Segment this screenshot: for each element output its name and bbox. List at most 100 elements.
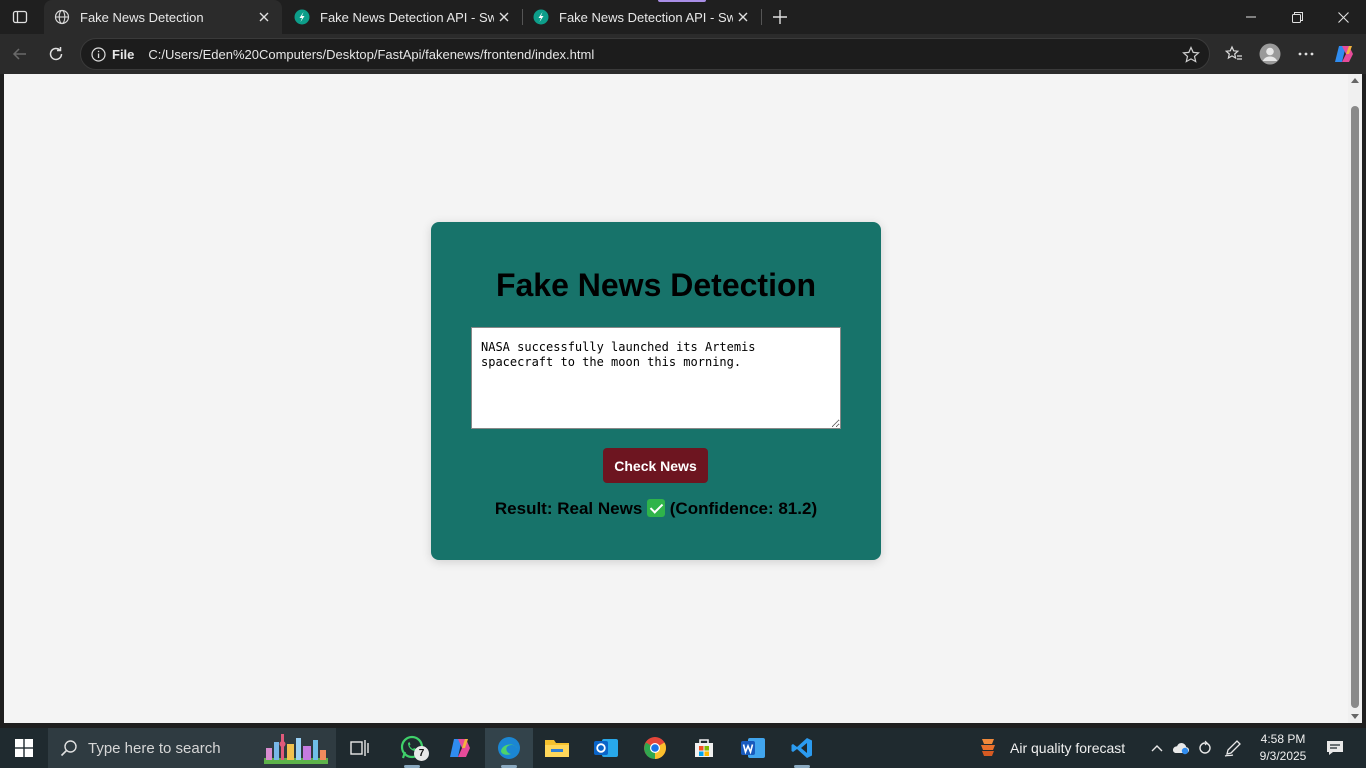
edge-icon bbox=[498, 737, 520, 759]
close-window-button[interactable] bbox=[1320, 0, 1366, 34]
restore-icon bbox=[1291, 11, 1303, 23]
vertical-scrollbar[interactable] bbox=[1348, 74, 1362, 723]
back-button[interactable] bbox=[4, 38, 36, 70]
notification-badge: 7 bbox=[414, 746, 429, 761]
tab-title: Fake News Detection bbox=[80, 9, 204, 25]
sync-tray[interactable] bbox=[1194, 728, 1216, 768]
chrome-icon bbox=[644, 737, 666, 759]
clock-time: 4:58 PM bbox=[1260, 732, 1306, 746]
arrow-left-icon bbox=[12, 48, 26, 60]
air-quality-icon bbox=[981, 739, 995, 756]
reload-button[interactable] bbox=[40, 38, 72, 70]
restore-button[interactable] bbox=[1274, 0, 1320, 34]
sync-icon bbox=[1199, 740, 1211, 754]
globe-icon bbox=[54, 9, 70, 25]
close-icon bbox=[259, 12, 269, 22]
copilot-icon bbox=[450, 739, 470, 757]
pen-tray[interactable] bbox=[1220, 728, 1246, 768]
notification-center-button[interactable] bbox=[1320, 728, 1350, 768]
news-text-input[interactable]: NASA successfully launched its Artemis s… bbox=[471, 327, 841, 429]
copilot-icon bbox=[1335, 46, 1353, 62]
scheme-label: File bbox=[112, 46, 135, 62]
close-icon bbox=[738, 12, 748, 22]
browser-tab-strip: Fake News Detection Fake News Detection … bbox=[0, 0, 1366, 34]
notification-icon bbox=[1327, 741, 1343, 755]
tab-title: Fake News Detection API - Swagger UI bbox=[559, 9, 733, 25]
store-icon bbox=[695, 739, 713, 757]
task-view-icon bbox=[350, 740, 369, 756]
confidence-label: (Confidence: 81.2) bbox=[669, 499, 818, 518]
chevron-up-icon bbox=[1151, 745, 1163, 752]
tab-actions-button[interactable] bbox=[0, 0, 40, 34]
taskbar-file-explorer[interactable] bbox=[533, 728, 581, 768]
taskbar-microsoft-store[interactable] bbox=[680, 728, 728, 768]
search-icon bbox=[60, 739, 78, 757]
profile-button[interactable] bbox=[1254, 38, 1286, 70]
search-highlight-city-icon bbox=[264, 734, 328, 764]
onedrive-tray[interactable] bbox=[1170, 728, 1192, 768]
check-news-button[interactable]: Check News bbox=[603, 448, 708, 483]
minimize-icon bbox=[1246, 16, 1256, 18]
scroll-thumb[interactable] bbox=[1351, 106, 1359, 708]
tab-activity-indicator bbox=[658, 0, 706, 2]
search-placeholder: Type here to search bbox=[88, 739, 221, 757]
taskbar-chrome[interactable] bbox=[631, 728, 679, 768]
new-tab-button[interactable] bbox=[766, 3, 794, 31]
taskbar-word[interactable] bbox=[729, 728, 777, 768]
result-text: Result: Real News (Confidence: 81.2) bbox=[431, 499, 881, 519]
weather-widget[interactable]: Air quality forecast bbox=[976, 728, 1125, 768]
minimize-button[interactable] bbox=[1228, 0, 1274, 34]
taskbar-search-box[interactable]: Type here to search bbox=[48, 728, 336, 768]
tab-separator bbox=[761, 9, 762, 25]
close-icon bbox=[1337, 11, 1349, 23]
tab-close-button[interactable] bbox=[494, 7, 514, 27]
taskbar-vscode[interactable] bbox=[778, 728, 826, 768]
system-clock[interactable]: 4:58 PM 9/3/2025 bbox=[1250, 731, 1316, 765]
pen-icon bbox=[1224, 740, 1241, 757]
page-viewport: Fake News Detection NASA successfully la… bbox=[4, 74, 1348, 723]
word-icon bbox=[741, 738, 765, 758]
result-label: Result: Real News bbox=[494, 499, 643, 518]
cloud-icon bbox=[1173, 743, 1189, 755]
info-icon[interactable] bbox=[90, 46, 106, 62]
scroll-down-arrow-icon[interactable] bbox=[1351, 714, 1359, 719]
tab-close-button[interactable] bbox=[733, 7, 753, 27]
tab-fake-news-detection[interactable]: Fake News Detection bbox=[44, 0, 282, 34]
url-text[interactable]: C:/Users/Eden%20Computers/Desktop/FastAp… bbox=[148, 47, 594, 62]
browser-toolbar: File C:/Users/Eden%20Computers/Desktop/F… bbox=[0, 34, 1366, 74]
vscode-icon bbox=[791, 738, 812, 758]
clock-date: 9/3/2025 bbox=[1259, 749, 1307, 763]
favorite-star-icon[interactable] bbox=[1181, 45, 1201, 65]
copilot-button[interactable] bbox=[1328, 38, 1360, 70]
settings-menu-button[interactable] bbox=[1290, 38, 1322, 70]
close-icon bbox=[499, 12, 509, 22]
tab-swagger-ui-2[interactable]: Fake News Detection API - Swagger UI bbox=[523, 0, 761, 34]
favorites-icon bbox=[1225, 45, 1242, 60]
start-button[interactable] bbox=[0, 728, 48, 768]
tab-swagger-ui-1[interactable]: Fake News Detection API - Swagger UI bbox=[284, 0, 522, 34]
taskbar-copilot[interactable] bbox=[436, 728, 484, 768]
address-bar[interactable]: File C:/Users/Eden%20Computers/Desktop/F… bbox=[80, 38, 1210, 70]
taskbar-edge[interactable] bbox=[485, 728, 533, 768]
weather-text: Air quality forecast bbox=[1010, 740, 1126, 756]
show-hidden-icons-button[interactable] bbox=[1146, 728, 1168, 768]
reload-icon bbox=[49, 47, 63, 61]
task-view-button[interactable] bbox=[336, 728, 384, 768]
taskbar-outlook[interactable] bbox=[582, 728, 630, 768]
swagger-icon bbox=[533, 9, 549, 25]
tab-title: Fake News Detection API - Swagger UI bbox=[320, 9, 494, 25]
detection-card: Fake News Detection NASA successfully la… bbox=[431, 222, 881, 560]
avatar-icon bbox=[1259, 43, 1281, 65]
windows-taskbar: Type here to search 7 Air quality foreca… bbox=[0, 728, 1366, 768]
tab-close-button[interactable] bbox=[254, 7, 274, 27]
taskbar-whatsapp[interactable]: 7 bbox=[388, 728, 436, 768]
scroll-up-arrow-icon[interactable] bbox=[1351, 78, 1359, 83]
swagger-icon bbox=[294, 9, 310, 25]
folder-icon bbox=[545, 740, 569, 757]
page-title: Fake News Detection bbox=[495, 267, 817, 303]
tab-actions-icon bbox=[12, 10, 28, 24]
windows-logo-icon bbox=[15, 739, 33, 757]
favorites-button[interactable] bbox=[1218, 38, 1250, 70]
check-mark-icon bbox=[647, 499, 666, 517]
outlook-icon bbox=[594, 739, 618, 757]
